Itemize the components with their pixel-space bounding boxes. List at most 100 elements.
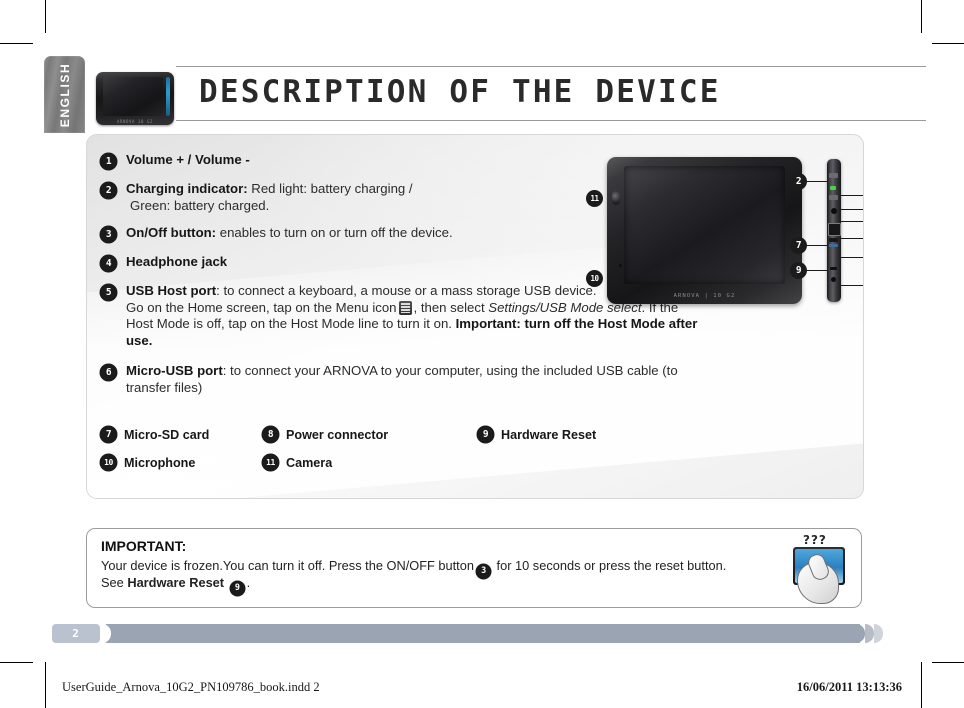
device-onoff-button — [829, 195, 838, 200]
important-title: IMPORTANT: — [101, 538, 187, 554]
badge-2: 2 — [100, 182, 117, 199]
important-badge-reset: 9 — [229, 581, 245, 596]
device-volume-button — [829, 173, 838, 178]
crop-mark-top-left-vertical — [45, 0, 46, 33]
crop-mark-top-left-horizontal — [0, 43, 33, 44]
lead-line-5 — [841, 238, 863, 239]
important-note-box: IMPORTANT: Your device is frozen.You can… — [86, 528, 862, 608]
lead-line-8 — [841, 285, 863, 286]
page-number-badge: 2 — [52, 624, 100, 643]
crop-mark-bottom-right-horizontal — [932, 662, 964, 663]
callout-11: 11 — [586, 190, 603, 207]
footer-progress-bar — [105, 624, 860, 643]
print-timestamp: 16/06/2011 13:13:36 — [796, 680, 902, 694]
device-micro-sd-slot — [829, 244, 838, 247]
important-line-2: See Hardware Reset 9. — [101, 574, 250, 596]
feature-charging-desc1: Red light: battery charging / — [247, 181, 413, 196]
badge-7: 7 — [100, 426, 117, 443]
device-thumbnail-brand: ARNOVA 10 G2 — [116, 119, 154, 124]
badge-4: 4 — [100, 255, 117, 272]
feature-camera-label: Camera — [286, 455, 333, 470]
badge-10: 10 — [100, 454, 117, 471]
badge-6: 6 — [100, 364, 117, 381]
device-thumbnail-screen — [103, 77, 163, 116]
feature-charging-desc2: Green: battery charged. — [130, 197, 270, 213]
menu-icon — [398, 300, 412, 315]
feature-item-volume-text: Volume + / Volume - — [117, 152, 250, 169]
feature-grid-row-1: 7 Micro-SD card 8 Power connector 9 Hard… — [100, 426, 720, 443]
feature-headphone-title: Headphone jack — [126, 254, 228, 269]
header-rule-bottom — [176, 120, 926, 121]
device-camera — [612, 191, 620, 205]
crop-mark-bottom-left-vertical — [45, 662, 46, 708]
crop-mark-bottom-right-vertical — [921, 662, 922, 708]
device-front-view: ARNOVA | 10 G2 — [607, 157, 802, 304]
feature-item-microphone: 10 Microphone — [100, 454, 262, 471]
feature-onoff-desc: enables to turn on or turn off the devic… — [216, 225, 453, 240]
important-line2-a: See — [101, 575, 128, 590]
callout-7: 7 — [790, 237, 807, 254]
callout-10: 10 — [586, 270, 603, 287]
tap-hand-icon: ??? — [787, 533, 851, 604]
language-tab-label: ENGLISH — [57, 62, 72, 127]
device-usb-host-port — [828, 223, 841, 236]
crop-mark-top-right-vertical — [921, 0, 922, 33]
feature-usb-host-desc-b: Go on the Home screen, tap on the Menu i… — [126, 299, 397, 315]
feature-power-connector-label: Power connector — [286, 427, 389, 442]
important-line1-b: for 10 seconds or press the reset button… — [492, 558, 727, 573]
feature-item-hardware-reset: 9 Hardware Reset — [477, 426, 677, 443]
feature-microphone-label: Microphone — [124, 455, 196, 470]
page-header: ARNOVA 10 G2 DESCRIPTION OF THE DEVICE — [96, 66, 926, 128]
feature-micro-sd-label: Micro-SD card — [124, 427, 210, 442]
badge-8: 8 — [262, 426, 279, 443]
device-power-connector — [831, 277, 836, 282]
lead-line-9 — [805, 270, 827, 271]
device-micro-usb-port — [829, 238, 838, 242]
callout-2: 2 — [790, 173, 807, 190]
feature-micro-usb-title: Micro-USB port — [126, 363, 223, 378]
feature-item-camera: 11 Camera — [262, 454, 477, 471]
device-screen — [624, 166, 785, 284]
badge-9: 9 — [477, 426, 494, 443]
feature-item-micro-usb-text: Micro-USB port: to connect your ARNOVA t… — [117, 363, 696, 396]
device-hardware-reset-hole — [830, 267, 837, 270]
footer-arrow-1-icon — [856, 624, 865, 643]
important-line2-b: . — [246, 575, 251, 590]
footer-arrow-icons — [856, 624, 886, 643]
device-illustration: ARNOVA | 10 G2 11 10 1 3 4 5 6 8 — [507, 151, 863, 323]
crop-mark-bottom-left-horizontal — [0, 662, 33, 663]
feature-item-headphone-text: Headphone jack — [117, 254, 227, 271]
feature-onoff-title: On/Off button: — [126, 225, 217, 240]
feature-volume-title: Volume + / Volume - — [126, 152, 250, 167]
indd-filename: UserGuide_Arnova_10G2_PN109786_book.indd… — [62, 680, 320, 694]
feature-hardware-reset-label: Hardware Reset — [501, 427, 597, 442]
crop-mark-top-right-horizontal — [932, 43, 964, 44]
device-thumbnail-icon: ARNOVA 10 G2 — [96, 72, 174, 125]
badge-11: 11 — [262, 454, 279, 471]
badge-3: 3 — [100, 226, 117, 243]
badge-5: 5 — [100, 284, 117, 301]
description-panel: 1 Volume + / Volume - 2 Charging indicat… — [86, 134, 864, 499]
feature-usb-host-title: USB Host port — [126, 283, 217, 298]
page-title: DESCRIPTION OF THE DEVICE — [199, 74, 721, 110]
feature-item-micro-usb: 6 Micro-USB port: to connect your ARNOVA… — [100, 363, 708, 396]
device-thumbnail-blue-edge — [166, 77, 170, 116]
feature-item-onoff-text: On/Off button: enables to turn on or tur… — [117, 225, 453, 242]
important-hardware-reset-ref: Hardware Reset — [127, 575, 225, 590]
important-line1-a: Your device is frozen.You can turn it of… — [101, 558, 474, 573]
feature-item-charging-text: Charging indicator: Red light: battery c… — [117, 181, 413, 214]
feature-item-micro-sd: 7 Micro-SD card — [100, 426, 262, 443]
feature-item-power-connector: 8 Power connector — [262, 426, 477, 443]
important-badge-onoff: 3 — [475, 564, 491, 579]
footer-arrow-3-icon — [874, 624, 883, 643]
device-headphone-jack — [831, 208, 837, 214]
header-rule-top — [176, 66, 926, 67]
language-tab-english[interactable]: ENGLISH — [44, 56, 85, 133]
feature-charging-title: Charging indicator: — [126, 181, 248, 196]
lead-line-3 — [841, 209, 863, 210]
device-front-logo: ARNOVA | 10 G2 — [673, 293, 736, 299]
lead-line-7 — [805, 245, 827, 246]
footer-arrow-2-icon — [865, 624, 874, 643]
lead-line-4 — [841, 221, 863, 222]
badge-1: 1 — [100, 153, 117, 170]
